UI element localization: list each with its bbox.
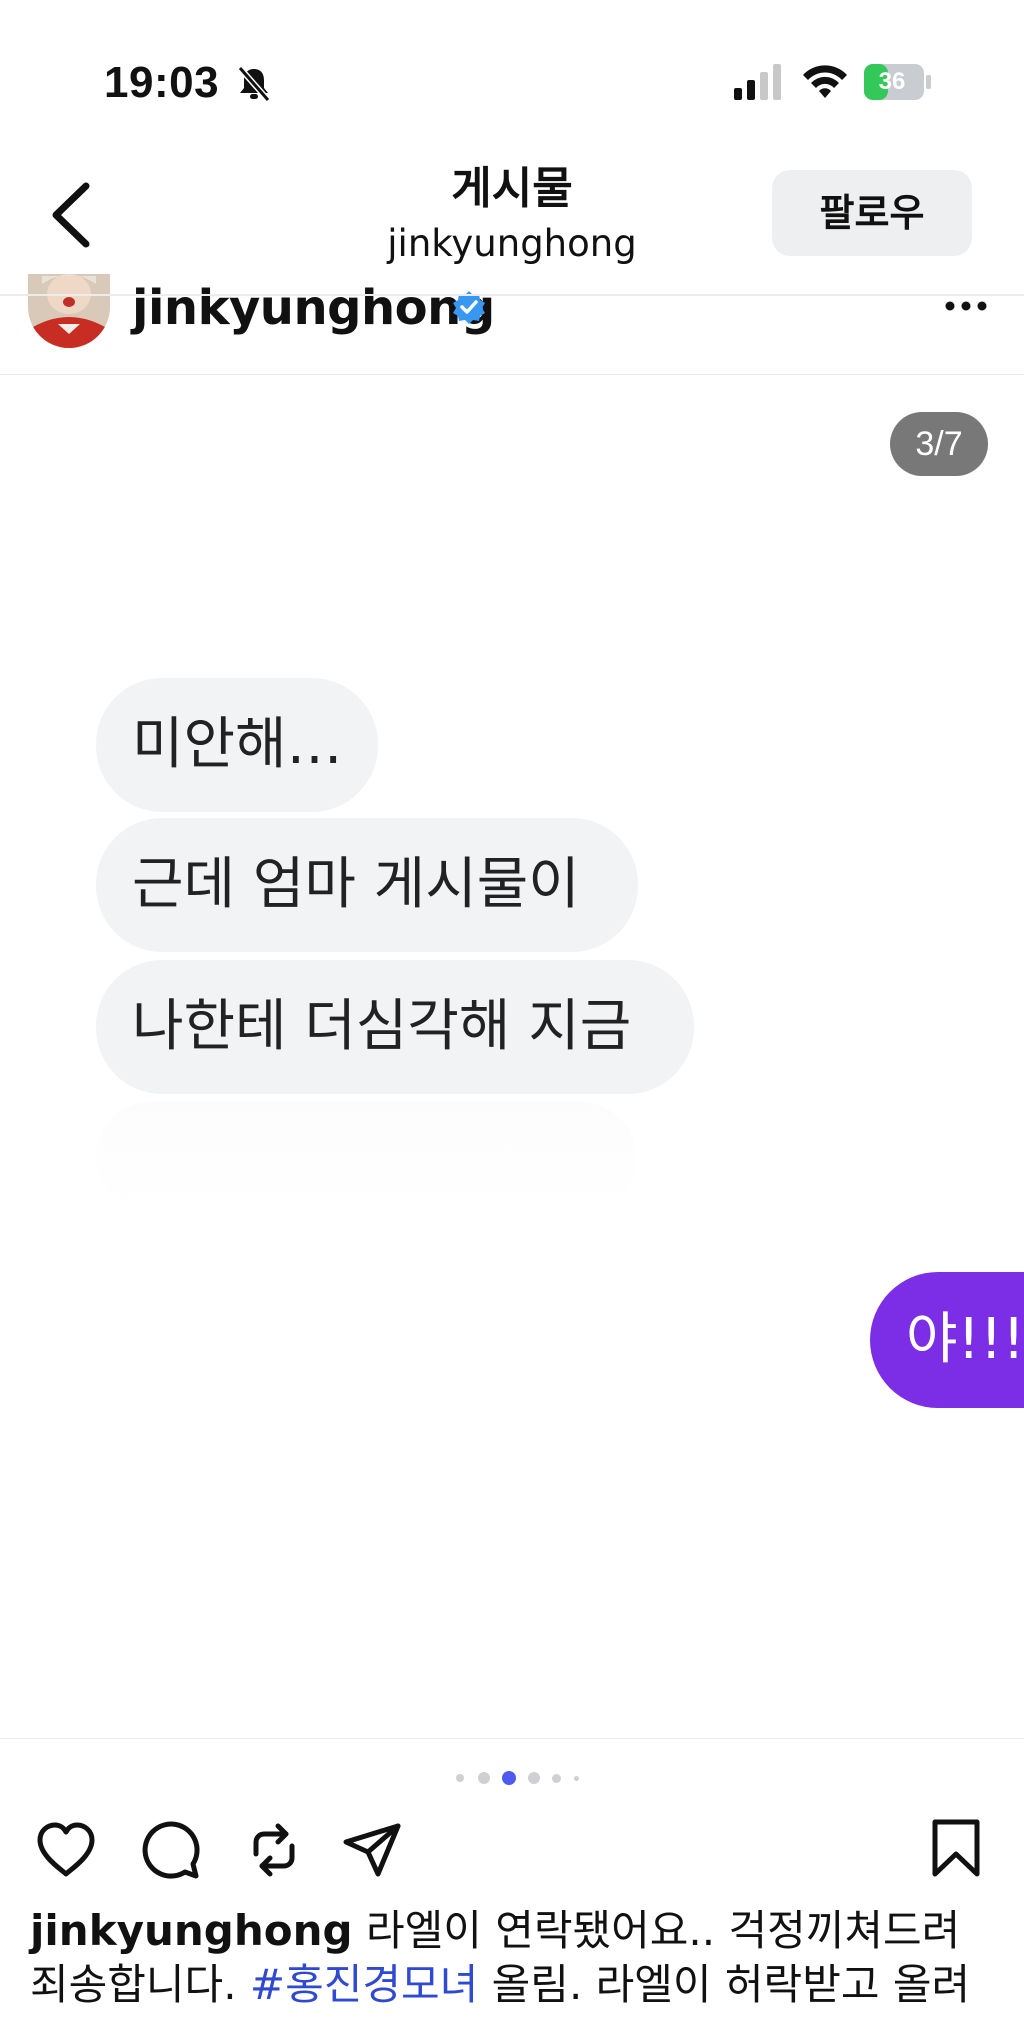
carousel-dot: [528, 1772, 540, 1784]
repost-icon[interactable]: [242, 1818, 306, 1882]
carousel-counter: 3/7: [890, 412, 988, 476]
carousel-dot: [552, 1774, 561, 1783]
post-caption: jinkyunghong 라엘이 연락됐어요.. 걱정끼쳐드려 죄송합니다. #…: [30, 1904, 1010, 2012]
signal-icon: [734, 64, 781, 100]
avatar[interactable]: [28, 274, 110, 348]
post-divider: [0, 374, 1024, 375]
post-username[interactable]: jinkyunghong: [132, 280, 495, 336]
header-divider: [0, 294, 1024, 296]
message-bubble-received: 나한테 더심각해 지금: [96, 960, 694, 1094]
faded-message-bubble: [96, 1102, 636, 1212]
battery-level: 36: [878, 68, 906, 95]
battery-icon: 36: [864, 64, 934, 100]
comment-icon[interactable]: [138, 1818, 202, 1882]
message-bubble-sent: 야!!!: [870, 1272, 1024, 1408]
message-bubble-received: 미안해…: [96, 678, 378, 812]
bell-slash-icon: [237, 66, 271, 102]
heart-icon[interactable]: [34, 1818, 98, 1882]
carousel-dot: [478, 1772, 490, 1784]
more-icon[interactable]: [944, 298, 988, 314]
carousel-dot: [574, 1776, 579, 1781]
follow-button[interactable]: 팔로우: [772, 170, 972, 256]
caption-username[interactable]: jinkyunghong: [30, 1906, 353, 1955]
caption-text: 올림. 라엘이 허락받고 올려: [478, 1960, 971, 2009]
message-bubble-received: 근데 엄마 게시물이: [96, 818, 638, 952]
wifi-icon: [803, 65, 847, 98]
status-time: 19:03: [104, 58, 220, 107]
bookmark-icon[interactable]: [930, 1818, 982, 1878]
share-icon[interactable]: [340, 1818, 404, 1882]
caption-hashtag[interactable]: #홍진경모녀: [250, 1960, 478, 2009]
carousel-dot-active: [502, 1771, 516, 1785]
image-divider: [0, 1738, 1024, 1739]
carousel-dot: [456, 1774, 464, 1782]
carousel-dots[interactable]: [452, 1768, 592, 1786]
